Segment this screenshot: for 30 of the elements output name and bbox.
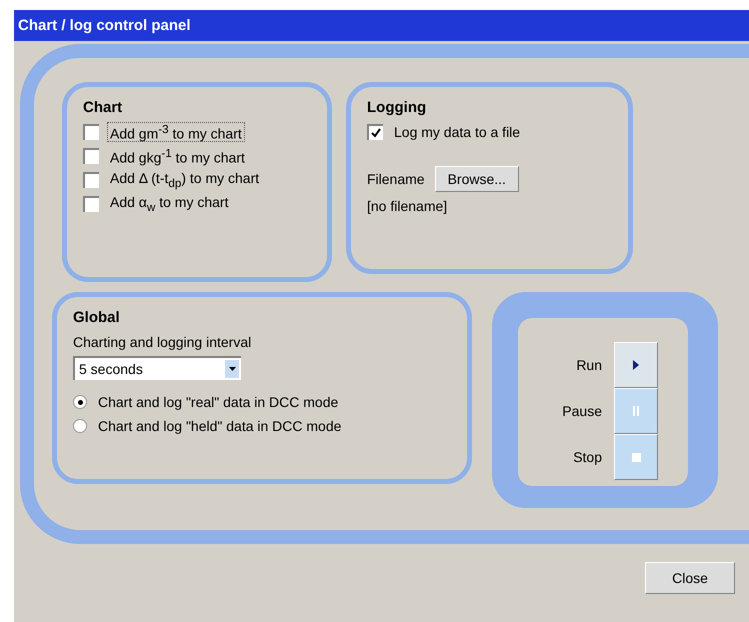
interval-dropdown[interactable]: 5 seconds xyxy=(73,356,241,380)
mode-radio-row[interactable]: Chart and log "held" data in DCC mode xyxy=(73,414,451,438)
checkbox[interactable] xyxy=(83,124,99,140)
play-icon xyxy=(633,360,639,370)
section-title: Global xyxy=(73,309,121,326)
log-checkbox-row[interactable]: Log my data to a file xyxy=(367,120,612,144)
control-label: Pause xyxy=(562,403,602,419)
filename-text: [no filename] xyxy=(367,198,448,214)
mode-radio-row[interactable]: Chart and log "real" data in DCC mode xyxy=(73,390,451,414)
chart-checkbox-row[interactable]: Add Δ (t-t$_{dp}$) to my chart xyxy=(83,168,311,192)
chart-checkbox-row[interactable]: Add gkg$^{-1}$ to my chart xyxy=(83,144,311,168)
pause-icon xyxy=(633,406,639,416)
browse-button[interactable]: Browse... xyxy=(434,166,519,192)
chart-checkbox-row[interactable]: Add α$_{w}$ to my chart xyxy=(83,192,311,216)
section-title: Chart xyxy=(83,99,124,116)
radio-button[interactable] xyxy=(73,419,87,433)
stop-icon xyxy=(632,452,640,462)
checkbox[interactable] xyxy=(83,196,99,212)
checkbox[interactable] xyxy=(83,148,99,164)
close-button[interactable]: Close xyxy=(645,562,735,594)
section-title: Logging xyxy=(367,99,428,116)
interval-label: Charting and logging interval xyxy=(73,334,252,350)
filename-label: Filename xyxy=(367,171,425,187)
run-button[interactable] xyxy=(614,342,658,388)
control-label: Run xyxy=(576,357,602,373)
checkbox[interactable] xyxy=(83,172,99,188)
window-title: Chart / log control panel xyxy=(14,10,749,41)
radio-button[interactable] xyxy=(73,395,87,409)
control-label: Stop xyxy=(573,449,602,465)
checkbox[interactable] xyxy=(367,124,383,140)
